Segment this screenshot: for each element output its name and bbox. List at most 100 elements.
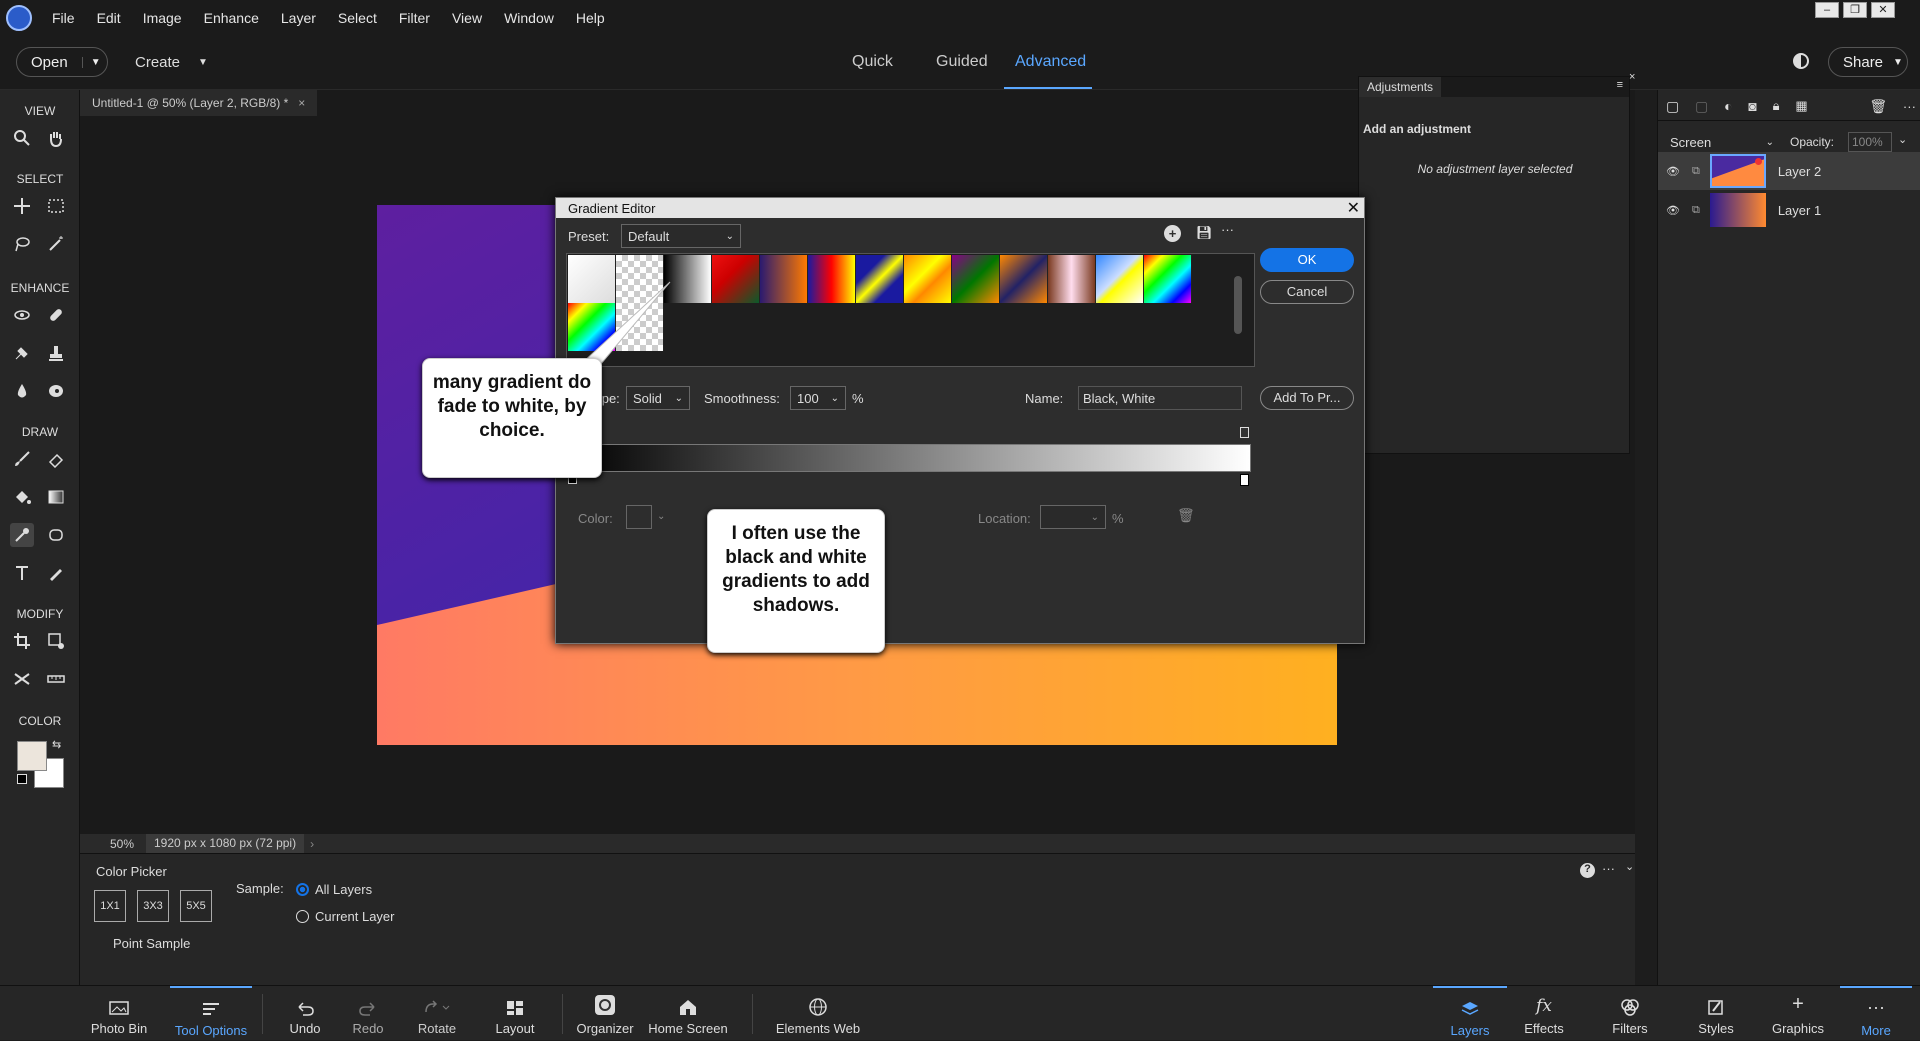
menu-select[interactable]: Select (338, 10, 377, 26)
clone-stamp-icon[interactable] (44, 341, 68, 365)
gradient-type-select[interactable]: Solid ⌄ (626, 386, 690, 410)
preset-swatch[interactable] (952, 255, 1000, 303)
layer-name[interactable]: Layer 2 (1778, 164, 1821, 179)
close-panel-icon[interactable]: × (1629, 71, 1635, 83)
menu-enhance[interactable]: Enhance (204, 10, 259, 26)
panel-menu-icon[interactable]: ≡ (1617, 79, 1623, 91)
preset-select[interactable]: Default ⌄ (621, 224, 741, 248)
preset-swatch[interactable] (760, 255, 808, 303)
collapse-icon[interactable]: ⌄ (1625, 860, 1634, 873)
sample-size-5x5[interactable]: 5X5 (180, 890, 212, 922)
foreground-color-swatch[interactable] (17, 741, 47, 771)
straighten-tool-icon[interactable] (44, 667, 68, 691)
hand-tool-icon[interactable] (44, 126, 68, 150)
sponge-tool-icon[interactable] (44, 379, 68, 403)
layout-button[interactable]: Layout (488, 986, 542, 1041)
gradient-name-input[interactable]: Black, White (1078, 386, 1242, 410)
sample-all-layers-radio[interactable]: All Layers (296, 882, 372, 897)
pencil-tool-icon[interactable] (44, 561, 68, 585)
photo-bin-button[interactable]: Photo Bin (84, 986, 154, 1041)
save-preset-icon[interactable]: 💾︎ (1196, 225, 1213, 241)
lasso-tool-icon[interactable] (10, 232, 34, 256)
close-tab-icon[interactable]: × (298, 96, 305, 110)
trash-icon[interactable]: 🗑︎ (1869, 98, 1887, 115)
open-button[interactable]: Open ▼ (16, 47, 108, 77)
adjustment-layer-icon[interactable]: ◐ (1724, 98, 1732, 114)
opacity-stop-right[interactable] (1240, 427, 1249, 438)
tab-quick[interactable]: Quick (852, 53, 893, 71)
recompose-tool-icon[interactable] (44, 629, 68, 653)
preset-swatch[interactable] (808, 255, 856, 303)
redo-button[interactable]: Redo (343, 986, 393, 1041)
dialog-title-bar[interactable]: Gradient Editor ✕ (556, 198, 1364, 218)
default-colors-icon[interactable] (17, 774, 27, 784)
magic-wand-tool-icon[interactable] (44, 232, 68, 256)
menu-layer[interactable]: Layer (281, 10, 316, 26)
layers-panel-button[interactable]: Layers (1433, 986, 1507, 1041)
crop-tool-icon[interactable] (10, 629, 34, 653)
smoothness-select[interactable]: 100 ⌄ (790, 386, 846, 410)
help-icon[interactable]: ? (1580, 863, 1595, 878)
tab-guided[interactable]: Guided (936, 53, 988, 71)
new-group-icon[interactable]: ▢ (1695, 98, 1708, 115)
stop-color-swatch[interactable] (626, 505, 652, 529)
blend-mode-select[interactable]: Screen ⌄ (1664, 130, 1780, 154)
theme-toggle-icon[interactable] (1793, 53, 1809, 69)
restore-button[interactable]: ❐ (1843, 2, 1867, 18)
close-dialog-icon[interactable]: ✕ (1347, 198, 1360, 218)
eyedropper-tool-icon[interactable] (10, 523, 34, 547)
elements-web-button[interactable]: Elements Web (770, 986, 866, 1041)
organizer-button[interactable]: Organizer (573, 986, 637, 1041)
menu-filter[interactable]: Filter (399, 10, 430, 26)
cancel-button[interactable]: Cancel (1260, 280, 1354, 304)
zoom-level[interactable]: 50% (110, 837, 146, 851)
close-window-button[interactable]: ✕ (1871, 2, 1895, 18)
sample-size-1x1[interactable]: 1X1 (94, 890, 126, 922)
filters-button[interactable]: Filters (1592, 986, 1668, 1041)
adjustments-tab[interactable]: Adjustments (1359, 77, 1442, 97)
menu-view[interactable]: View (452, 10, 482, 26)
brush-tool-icon[interactable] (10, 447, 34, 471)
create-button[interactable]: Create ▼ (135, 54, 208, 71)
preset-swatch[interactable] (1000, 255, 1048, 303)
undo-button[interactable]: Undo (280, 986, 330, 1041)
chevron-down-icon[interactable]: ⌄ (1898, 133, 1907, 146)
share-button[interactable]: Share ▼ (1828, 47, 1908, 77)
color-stop-right[interactable] (1240, 474, 1249, 486)
preset-more-icon[interactable]: ··· (1221, 222, 1234, 237)
lock-icon[interactable]: 🔒︎ (1773, 98, 1780, 114)
minimize-button[interactable]: – (1815, 2, 1839, 18)
link-icon[interactable]: ⧉ (1692, 204, 1700, 217)
more-options-icon[interactable]: ··· (1602, 861, 1615, 876)
menu-help[interactable]: Help (576, 10, 605, 26)
preset-swatch[interactable] (1144, 255, 1192, 303)
preset-swatch[interactable] (712, 255, 760, 303)
blur-tool-icon[interactable] (10, 379, 34, 403)
layers-more-icon[interactable]: ··· (1903, 99, 1916, 114)
preset-swatch[interactable] (1048, 255, 1096, 303)
app-logo-icon[interactable] (6, 5, 32, 31)
preset-swatch[interactable] (904, 255, 952, 303)
new-layer-icon[interactable]: ▢ (1666, 98, 1679, 115)
marquee-tool-icon[interactable] (44, 194, 68, 218)
delete-stop-trash-icon[interactable]: 🗑︎ (1177, 507, 1195, 524)
link-icon[interactable]: ⧉ (1692, 165, 1700, 178)
layer-name[interactable]: Layer 1 (1778, 203, 1821, 218)
shape-tool-icon[interactable] (44, 523, 68, 547)
menu-edit[interactable]: Edit (97, 10, 121, 26)
menu-window[interactable]: Window (504, 10, 554, 26)
ok-button[interactable]: OK (1260, 248, 1354, 272)
menu-image[interactable]: Image (143, 10, 182, 26)
type-tool-icon[interactable] (10, 561, 34, 585)
menu-file[interactable]: File (52, 10, 75, 26)
move-tool-icon[interactable] (10, 194, 34, 218)
layer-row[interactable]: 👁︎ ⧉ Layer 1 (1658, 191, 1920, 229)
more-button[interactable]: ··· More (1840, 986, 1912, 1041)
effects-button[interactable]: fx Effects (1508, 986, 1580, 1041)
styles-button[interactable]: Styles (1680, 986, 1752, 1041)
paint-bucket-icon[interactable] (10, 485, 34, 509)
chevron-down-icon[interactable]: ▼ (81, 56, 101, 68)
document-tab[interactable]: Untitled-1 @ 50% (Layer 2, RGB/8) * × (80, 90, 318, 116)
tool-options-button[interactable]: Tool Options (170, 986, 252, 1041)
preset-scrollbar[interactable] (1234, 276, 1242, 334)
